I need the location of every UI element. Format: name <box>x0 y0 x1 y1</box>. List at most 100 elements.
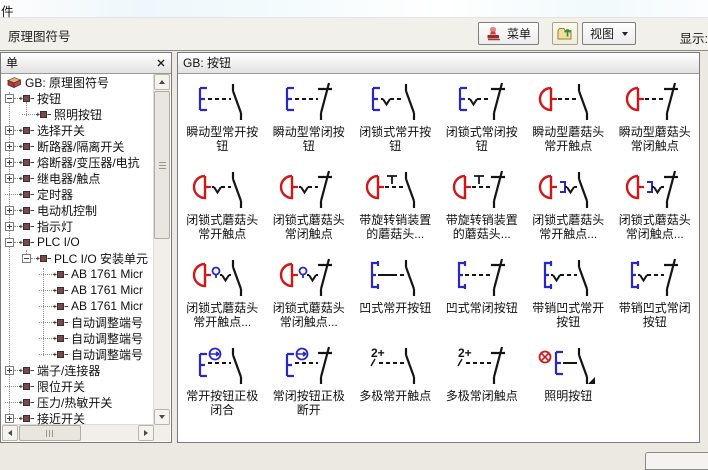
symbol-pins-icon <box>19 413 34 424</box>
expand-plus-icon[interactable] <box>5 414 14 423</box>
tree-item[interactable]: 自动调整端号 <box>2 330 154 346</box>
tree-item[interactable]: AB 1761 Micr <box>2 282 154 298</box>
expand-plus-icon[interactable] <box>5 158 14 167</box>
tree-dotted-stub <box>31 258 35 259</box>
expand-plus-icon[interactable] <box>5 126 14 135</box>
tree-item[interactable]: PLC I/O <box>2 234 154 250</box>
tree-item[interactable]: 断路器/隔离开关 <box>2 138 154 154</box>
tree-dotted-stub <box>39 274 52 275</box>
tree-item[interactable]: 继电器/触点 <box>2 170 154 186</box>
expand-plus-icon[interactable] <box>5 206 14 215</box>
symbol-pins-icon <box>53 349 68 360</box>
symbol-cell[interactable]: 凹式常开按钮 <box>352 255 439 343</box>
mushroom-latching-key-no-icon <box>536 169 600 213</box>
tree-dotted-stub <box>5 386 18 387</box>
tree-dotted-stub <box>14 242 18 243</box>
symbol-cell[interactable]: 闭锁式蘑菇头常闭触点 <box>266 167 353 255</box>
menu-button[interactable]: 菜单 <box>478 22 539 45</box>
tree-dotted-stub <box>22 114 35 115</box>
symbol-cell[interactable]: 凹式常闭按钮 <box>439 255 526 343</box>
symbol-cell[interactable]: 2+多极常闭触点 <box>439 343 526 431</box>
symbol-cell[interactable]: 带销凹式常开按钮 <box>525 255 612 343</box>
tree-item[interactable]: AB 1761 Micr <box>2 298 154 314</box>
tree-item[interactable]: PLC I/O 安装单元 <box>2 250 154 266</box>
tree-dotted-stub <box>14 98 18 99</box>
tree-item-label: 定时器 <box>37 186 73 203</box>
symbol-cell[interactable]: 瞬动型蘑菇头常开触点 <box>525 79 612 167</box>
scroll-up-icon[interactable] <box>154 74 170 90</box>
collapse-minus-icon[interactable] <box>22 254 31 263</box>
close-icon[interactable] <box>154 56 168 70</box>
expand-plus-icon[interactable] <box>5 142 14 151</box>
tree-item[interactable]: 熔断器/变压器/电抗 <box>2 154 154 170</box>
symbol-label: 带旋转销装置的蘑菇头... <box>443 213 521 241</box>
symbol-tree-panel: 单 GB: 原理图符号 按钮照明按钮选择开关断路器/隔离开关熔断器/变压器/电抗… <box>0 52 172 443</box>
symbol-cell[interactable]: 带旋转销装置的蘑菇头... <box>439 167 526 255</box>
tree-item-label: PLC I/O <box>37 235 80 249</box>
vertical-scroll-thumb[interactable] <box>154 91 170 239</box>
pushbutton-positive-close-icon <box>190 345 254 389</box>
tree-item[interactable]: 选择开关 <box>2 122 154 138</box>
tree-root-item[interactable]: GB: 原理图符号 <box>2 74 154 90</box>
tree-dotted-stub <box>39 322 52 323</box>
symbol-cell[interactable]: 闭锁式蘑菇头常闭触点... <box>612 167 699 255</box>
pushbutton-momentary-nc-icon <box>277 81 341 125</box>
tree-item[interactable]: 指示灯 <box>2 218 154 234</box>
expand-plus-icon[interactable] <box>5 366 14 375</box>
symbol-cell[interactable]: 瞬动型常开按钮 <box>179 79 266 167</box>
tree-item[interactable]: 按钮 <box>2 90 154 106</box>
symbol-pins-icon <box>19 189 34 200</box>
tree-dotted-stub <box>39 338 52 339</box>
tree-dotted-stub <box>14 210 18 211</box>
symbol-label: 瞬动型常闭按钮 <box>270 125 348 153</box>
symbol-cell[interactable]: 闭锁式常闭按钮 <box>439 79 526 167</box>
view-button[interactable]: 视图 <box>582 22 636 45</box>
symbol-cell[interactable]: 2+多极常开触点 <box>352 343 439 431</box>
symbol-cell[interactable]: 照明按钮 <box>525 343 612 431</box>
collapse-minus-icon[interactable] <box>5 94 14 103</box>
symbol-cell[interactable]: 带销凹式常闭按钮 <box>612 255 699 343</box>
tree-item[interactable]: AB 1761 Micr <box>2 266 154 282</box>
browse-up-button[interactable] <box>552 22 578 45</box>
tree-dotted-stub <box>39 354 52 355</box>
symbol-cell[interactable]: 闭锁式蘑菇头常闭触点... <box>266 255 353 343</box>
tree-item[interactable]: 定时器 <box>2 186 154 202</box>
collapse-minus-icon[interactable] <box>5 238 14 247</box>
symbol-cell[interactable]: 闭锁式蘑菇头常开触点 <box>179 167 266 255</box>
tree-item[interactable]: 接近开关 <box>2 410 154 425</box>
tree-vertical-scrollbar[interactable] <box>153 74 170 425</box>
tree-item[interactable]: 限位开关 <box>2 378 154 394</box>
tree-item[interactable]: 电动机控制 <box>2 202 154 218</box>
illuminated-pushbutton-icon <box>536 345 600 389</box>
tree-item-label: 指示灯 <box>37 218 73 235</box>
expand-plus-icon[interactable] <box>5 174 14 183</box>
symbol-cell[interactable]: 瞬动型常闭按钮 <box>266 79 353 167</box>
tree-dotted-stub <box>14 226 18 227</box>
tree-dotted-stub <box>14 178 18 179</box>
symbol-cell[interactable]: 闭锁式蘑菇头常开触点... <box>179 255 266 343</box>
tree-item[interactable]: 照明按钮 <box>2 106 154 122</box>
horizontal-scroll-thumb[interactable] <box>19 425 81 441</box>
tree-item[interactable]: 自动调整端号 <box>2 314 154 330</box>
tree-dotted-stub <box>14 130 18 131</box>
symbol-pins-icon <box>19 125 34 136</box>
scroll-down-icon[interactable] <box>154 409 170 425</box>
symbol-cell[interactable]: 闭锁式常开按钮 <box>352 79 439 167</box>
bottom-button-partial[interactable] <box>645 452 708 470</box>
symbol-cell[interactable]: 带旋转销装置的蘑菇头... <box>352 167 439 255</box>
tree-item-label: AB 1761 Micr <box>71 283 143 297</box>
tree-horizontal-scrollbar[interactable] <box>2 424 154 441</box>
symbol-cell[interactable]: 常开按钮正极闭合 <box>179 343 266 431</box>
symbol-label: 带旋转销装置的蘑菇头... <box>356 213 434 241</box>
tree-item[interactable]: 端子/连接器 <box>2 362 154 378</box>
symbol-label: 带销凹式常开按钮 <box>529 301 607 329</box>
scroll-right-icon[interactable] <box>138 425 154 441</box>
mushroom-latching-key-nc-icon <box>623 169 687 213</box>
symbol-cell[interactable]: 闭锁式蘑菇头常开触点... <box>525 167 612 255</box>
expand-plus-icon[interactable] <box>5 222 14 231</box>
symbol-cell[interactable]: 瞬动型蘑菇头常闭触点 <box>612 79 699 167</box>
tree-item[interactable]: 压力/热敏开关 <box>2 394 154 410</box>
tree-item[interactable]: 自动调整端号 <box>2 346 154 362</box>
symbol-cell[interactable]: 常闭按钮正极断开 <box>266 343 353 431</box>
scroll-left-icon[interactable] <box>2 425 18 441</box>
